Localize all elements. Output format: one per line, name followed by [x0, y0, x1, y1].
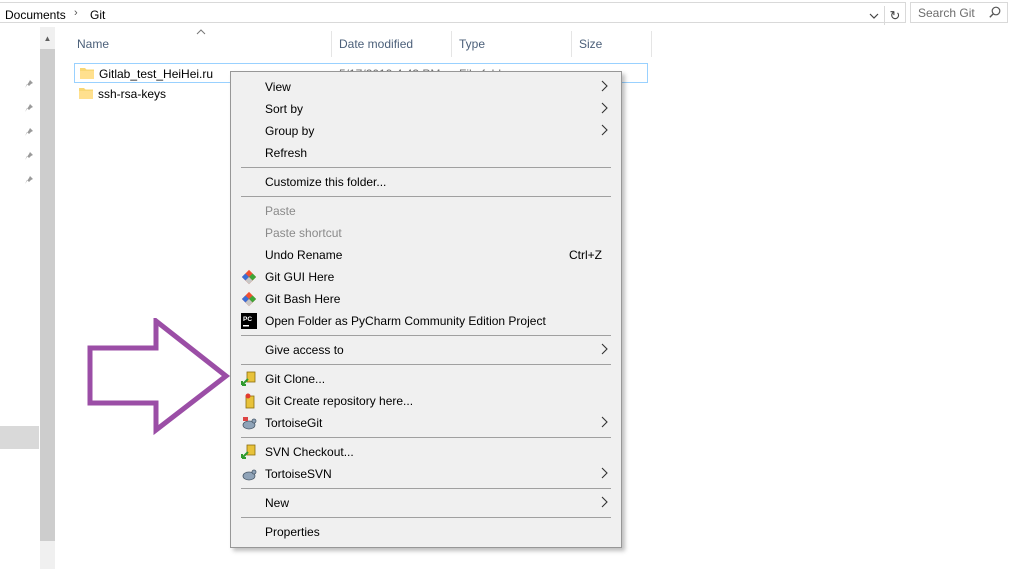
git-icon — [241, 291, 257, 307]
menu-separator — [241, 488, 611, 489]
menu-item-label: View — [265, 80, 291, 94]
submenu-chevron-icon — [601, 124, 608, 136]
menu-item-group-by[interactable]: Group by — [233, 120, 619, 142]
pin-icon — [25, 126, 33, 136]
menu-item-open-pycharm-project[interactable]: PC Open Folder as PyCharm Community Edit… — [233, 310, 619, 332]
menu-item-git-gui-here[interactable]: Git GUI Here — [233, 266, 619, 288]
nav-selected-item[interactable] — [0, 426, 39, 449]
svg-text:PC: PC — [243, 316, 252, 323]
tortoisegit-icon — [242, 417, 257, 430]
menu-separator — [241, 335, 611, 336]
pycharm-icon: PC — [241, 313, 257, 329]
address-history-dropdown-icon[interactable] — [866, 6, 882, 25]
menu-item-label: Open Folder as PyCharm Community Edition… — [265, 314, 546, 328]
menu-item-label: Git Bash Here — [265, 292, 341, 306]
menu-item-git-create-repository[interactable]: Git Create repository here... — [233, 390, 619, 412]
menu-separator — [241, 364, 611, 365]
column-header-date-modified[interactable]: Date modified — [332, 31, 452, 57]
menu-item-label: Git GUI Here — [265, 270, 335, 284]
annotation-arrow-icon — [87, 318, 231, 436]
menu-item-tortoisesvn[interactable]: TortoiseSVN — [233, 463, 619, 485]
refresh-icon[interactable]: ↻ — [884, 6, 905, 25]
scroll-up-icon[interactable]: ▲ — [40, 31, 55, 46]
menu-item-tortoisegit[interactable]: TortoiseGit — [233, 412, 619, 434]
breadcrumb-documents[interactable]: Documents — [5, 8, 66, 22]
sort-ascending-icon — [196, 29, 206, 35]
git-icon — [241, 269, 257, 285]
menu-item-git-clone[interactable]: Git Clone... — [233, 368, 619, 390]
menu-item-paste-shortcut[interactable]: Paste shortcut — [233, 222, 619, 244]
breadcrumb-git[interactable]: Git — [90, 8, 105, 22]
menu-separator — [241, 196, 611, 197]
menu-item-label: Give access to — [265, 343, 344, 357]
breadcrumb-chevron-icon[interactable]: › — [74, 7, 78, 19]
menu-item-label: Properties — [265, 525, 320, 539]
menu-item-sort-by[interactable]: Sort by — [233, 98, 619, 120]
search-icon[interactable] — [989, 6, 1001, 18]
column-header-size[interactable]: Size — [572, 31, 652, 57]
pin-icon — [25, 174, 33, 184]
menu-item-undo-rename[interactable]: Undo Rename Ctrl+Z — [233, 244, 619, 266]
menu-item-label: New — [265, 496, 290, 510]
submenu-chevron-icon — [601, 496, 608, 508]
menu-item-label: Group by — [265, 124, 315, 138]
submenu-chevron-icon — [601, 102, 608, 114]
menu-separator — [241, 437, 611, 438]
search-input[interactable]: Search Git — [918, 6, 975, 20]
menu-item-label: Refresh — [265, 146, 308, 160]
menu-item-label: TortoiseSVN — [265, 467, 332, 481]
file-name[interactable]: Gitlab_test_HeiHei.ru — [99, 67, 213, 81]
tortoisegit-clone-icon — [241, 371, 256, 386]
menu-item-new[interactable]: New — [233, 492, 619, 514]
menu-item-label: Sort by — [265, 102, 304, 116]
context-menu: View Sort by Group by Refresh Customize … — [230, 71, 622, 548]
menu-item-shortcut: Ctrl+Z — [569, 248, 602, 262]
menu-separator — [241, 517, 611, 518]
tortoisesvn-icon — [242, 469, 257, 481]
submenu-chevron-icon — [601, 467, 608, 479]
submenu-chevron-icon — [601, 416, 608, 428]
nav-scroll-thumb[interactable] — [40, 49, 55, 541]
pin-icon — [25, 78, 33, 88]
menu-item-label: Customize this folder... — [265, 175, 387, 189]
submenu-chevron-icon — [601, 343, 608, 355]
menu-item-view[interactable]: View — [233, 76, 619, 98]
tortoisegit-create-repo-icon — [245, 393, 255, 409]
menu-item-label: Undo Rename — [265, 248, 343, 262]
menu-item-properties[interactable]: Properties — [233, 521, 619, 543]
menu-separator — [241, 167, 611, 168]
column-header-type[interactable]: Type — [452, 31, 572, 57]
pin-icon — [25, 150, 33, 160]
menu-item-git-bash-here[interactable]: Git Bash Here — [233, 288, 619, 310]
menu-item-customize-folder[interactable]: Customize this folder... — [233, 171, 619, 193]
address-box[interactable]: Documents › Git ↻ — [0, 2, 906, 25]
folder-icon — [80, 68, 94, 79]
svn-checkout-icon — [241, 444, 256, 459]
menu-item-label: SVN Checkout... — [265, 445, 354, 459]
menu-item-give-access-to[interactable]: Give access to — [233, 339, 619, 361]
menu-item-paste[interactable]: Paste — [233, 200, 619, 222]
file-name[interactable]: ssh-rsa-keys — [98, 87, 166, 101]
menu-item-label: TortoiseGit — [265, 416, 323, 430]
submenu-chevron-icon — [601, 80, 608, 92]
menu-item-label: Git Clone... — [265, 372, 326, 386]
folder-icon — [79, 88, 93, 99]
menu-item-label: Paste — [265, 204, 296, 218]
menu-item-label: Git Create repository here... — [265, 394, 414, 408]
menu-item-label: Paste shortcut — [265, 226, 342, 240]
pin-icon — [25, 102, 33, 112]
menu-item-svn-checkout[interactable]: SVN Checkout... — [233, 441, 619, 463]
address-bar: Documents › Git ↻ Search Git — [0, 0, 1018, 27]
search-box[interactable]: Search Git — [910, 2, 1008, 23]
menu-item-refresh[interactable]: Refresh — [233, 142, 619, 164]
